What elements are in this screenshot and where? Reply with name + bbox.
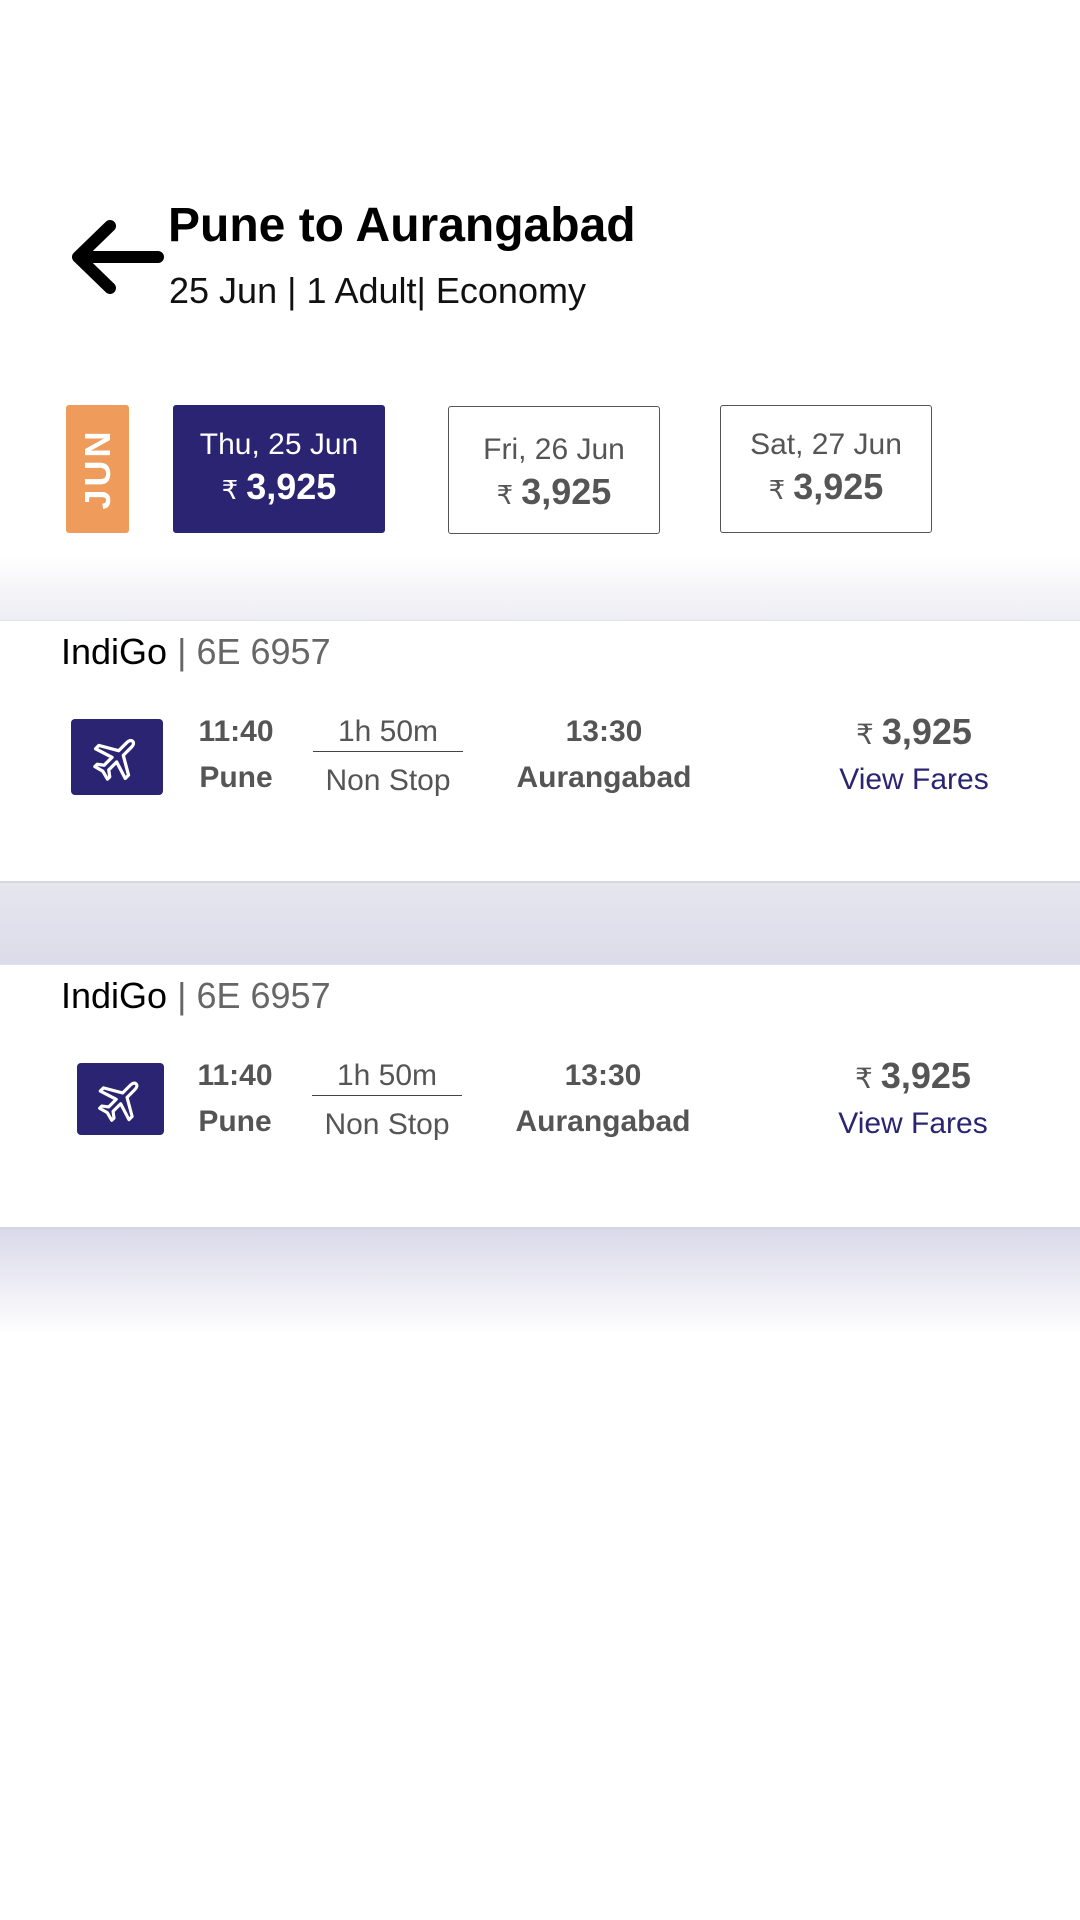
separator: | <box>177 975 187 1016</box>
flight-duration: 1h 50m <box>313 715 463 752</box>
view-fares-link[interactable]: View Fares <box>814 763 1014 797</box>
fare-price: ₹3,925 <box>855 1055 971 1096</box>
departure-city: Pune <box>199 761 273 794</box>
date-price: ₹3,925 <box>768 466 884 507</box>
rupee-icon: ₹ <box>496 480 514 510</box>
stops-label: Non Stop <box>325 764 451 797</box>
airline-info: IndiGo | 6E 6957 <box>61 975 331 1017</box>
month-tag: JUN <box>66 405 129 533</box>
arrow-left-icon <box>72 220 164 294</box>
departure: 11:40 Pune <box>186 715 286 795</box>
flight-card[interactable]: IndiGo | 6E 6957 11:40 Pune 1h 50m Non S… <box>0 620 1080 883</box>
rupee-icon: ₹ <box>856 719 874 750</box>
rupee-icon: ₹ <box>221 475 239 505</box>
date-label: Fri, 26 Jun <box>483 433 625 466</box>
arrival: 13:30 Aurangabad <box>504 715 704 795</box>
divider-shadow <box>0 555 1080 620</box>
rupee-icon: ₹ <box>768 475 786 505</box>
arrival-city: Aurangabad <box>515 1105 691 1138</box>
duration: 1h 50m Non Stop <box>312 1059 462 1142</box>
flight-number: 6E 6957 <box>196 975 331 1016</box>
airline-name: IndiGo <box>61 975 168 1016</box>
airline-logo <box>77 1063 164 1135</box>
arrival-time: 13:30 <box>565 715 643 748</box>
airline-name: IndiGo <box>61 631 168 672</box>
fare-price: ₹3,925 <box>856 711 972 752</box>
airplane-icon <box>97 1081 138 1122</box>
page-title: Pune to Aurangabad <box>168 199 636 252</box>
back-button[interactable] <box>66 212 166 302</box>
departure: 11:40 Pune <box>185 1059 285 1139</box>
date-label: Thu, 25 Jun <box>199 428 359 461</box>
rupee-icon: ₹ <box>855 1063 873 1094</box>
divider-shadow <box>0 1226 1080 1336</box>
airline-logo <box>71 719 163 795</box>
month-label: JUN <box>76 428 118 510</box>
date-option[interactable]: Fri, 26 Jun ₹3,925 <box>448 406 660 534</box>
header: Pune to Aurangabad 25 Jun | 1 Adult| Eco… <box>0 0 1080 360</box>
airline-info: IndiGo | 6E 6957 <box>61 631 331 673</box>
arrival-time: 13:30 <box>564 1059 642 1092</box>
fare-block: ₹3,925 View Fares <box>814 711 1014 797</box>
date-option-selected[interactable]: Thu, 25 Jun ₹3,925 <box>173 405 385 533</box>
departure-time: 11:40 <box>197 1059 273 1092</box>
arrival: 13:30 Aurangabad <box>503 1059 703 1139</box>
trip-summary: 25 Jun | 1 Adult| Economy <box>169 270 586 311</box>
departure-city: Pune <box>198 1105 272 1138</box>
date-price: ₹3,925 <box>221 466 337 507</box>
flight-number: 6E 6957 <box>196 631 331 672</box>
divider-shadow <box>0 882 1080 964</box>
flight-card[interactable]: IndiGo | 6E 6957 11:40 Pune 1h 50m Non S… <box>0 964 1080 1229</box>
duration: 1h 50m Non Stop <box>313 715 463 798</box>
date-option[interactable]: Sat, 27 Jun ₹3,925 <box>720 405 932 533</box>
fare-block: ₹3,925 View Fares <box>813 1055 1013 1141</box>
flight-duration: 1h 50m <box>312 1059 462 1096</box>
departure-time: 11:40 <box>198 715 274 748</box>
separator: | <box>177 631 187 672</box>
date-price: ₹3,925 <box>496 471 612 512</box>
date-label: Sat, 27 Jun <box>750 428 902 461</box>
view-fares-link[interactable]: View Fares <box>813 1107 1013 1141</box>
airplane-icon <box>93 738 136 781</box>
stops-label: Non Stop <box>324 1108 450 1141</box>
arrival-city: Aurangabad <box>516 761 692 794</box>
